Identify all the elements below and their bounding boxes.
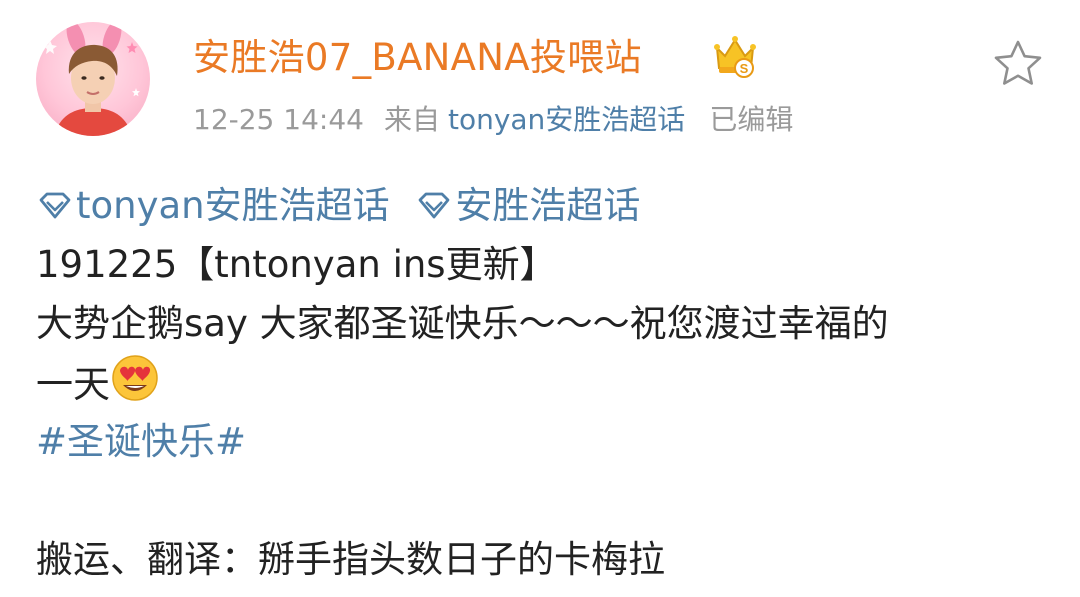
avatar[interactable]: [36, 22, 150, 136]
from-label: 来自: [383, 103, 440, 136]
topic-label: 安胜浩超话: [455, 184, 641, 227]
credits-line: 搬运、翻译：掰手指头数日子的卡梅拉: [36, 538, 665, 581]
timestamp: 12-25 14:44: [193, 103, 364, 136]
edited-label: 已编辑: [709, 103, 794, 136]
message-line-end: 一天: [36, 353, 1046, 412]
topic-line: tonyan安胜浩超话 安胜浩超话: [36, 176, 1046, 235]
topic-link[interactable]: tonyan安胜浩超话: [36, 176, 390, 235]
post-meta: 12-25 14:44 来自 tonyan安胜浩超话 已编辑: [193, 96, 793, 144]
message-end-text: 一天: [36, 363, 110, 406]
post-content: tonyan安胜浩超话 安胜浩超话 191225【tntonyan ins更新】…: [36, 176, 1046, 589]
topic-link[interactable]: 安胜浩超话: [415, 176, 640, 235]
username[interactable]: 安胜浩07_BANANA投喂站: [193, 30, 642, 86]
star-outline-icon[interactable]: [992, 38, 1044, 88]
diamond-icon: [39, 192, 71, 218]
hashtag-line: #圣诞快乐#: [36, 412, 1046, 471]
message-line: 大势企鹅say 大家都圣诞快乐～～～祝您渡过幸福的: [36, 302, 889, 345]
topic-label: tonyan安胜浩超话: [76, 184, 390, 227]
diamond-icon: [418, 192, 450, 218]
hashtag-link[interactable]: #圣诞快乐#: [36, 420, 246, 463]
source-link[interactable]: tonyan安胜浩超话: [448, 103, 685, 136]
heart-eyes-emoji-icon: [112, 355, 158, 401]
post-header: 安胜浩07_BANANA投喂站 S 12-25 14:44 来自 tonyan安胜浩…: [0, 0, 1080, 160]
svg-text:S: S: [740, 61, 749, 76]
date-line: 191225【tntonyan ins更新】: [36, 243, 557, 286]
crown-badge-icon: S: [713, 34, 757, 80]
